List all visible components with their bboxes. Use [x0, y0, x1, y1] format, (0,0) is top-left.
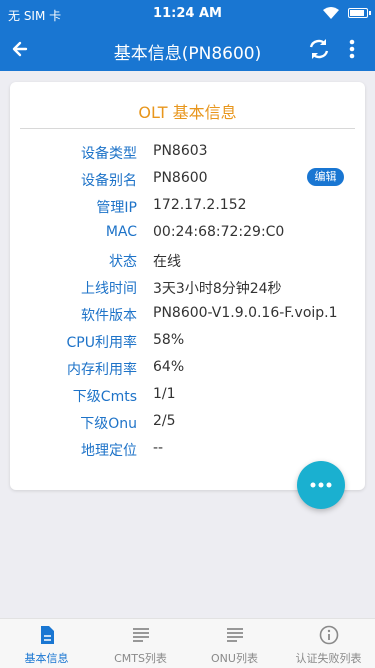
- row-software-version: 软件版本 PN8600-V1.9.0.16-F.voip.1: [10, 301, 365, 328]
- row-label: 软件版本: [81, 308, 137, 324]
- row-geolocation: 地理定位 --: [10, 436, 365, 463]
- info-icon: [319, 625, 339, 645]
- row-label: 下级Onu: [80, 416, 137, 432]
- row-sub-onu: 下级Onu 2/5: [10, 409, 365, 436]
- battery-icon: [348, 8, 371, 18]
- bottom-tab-bar: 基本信息 CMTS列表 ONU列表 认证失败列表: [0, 618, 375, 668]
- status-bar: 无 SIM 卡 11:24 AM: [0, 0, 375, 28]
- more-horiz-icon: [310, 482, 332, 488]
- more-actions-fab[interactable]: [297, 461, 345, 509]
- row-value: 64%: [153, 359, 185, 375]
- row-online-time: 上线时间 3天3小时8分钟24秒: [10, 274, 365, 301]
- status-time: 11:24 AM: [153, 6, 222, 21]
- row-label: 设备别名: [81, 173, 137, 189]
- row-label: 管理IP: [96, 200, 137, 216]
- row-value: PN8600: [153, 170, 208, 186]
- row-label: 上线时间: [81, 281, 137, 297]
- row-value: --: [153, 440, 164, 456]
- tab-cmts-list[interactable]: CMTS列表: [94, 619, 187, 668]
- row-value: 3天3小时8分钟24秒: [153, 281, 282, 297]
- row-sub-cmts: 下级Cmts 1/1: [10, 382, 365, 409]
- row-cpu-usage: CPU利用率 58%: [10, 328, 365, 355]
- row-label: 状态: [109, 254, 137, 270]
- tab-auth-failed-list[interactable]: 认证失败列表: [282, 619, 375, 668]
- more-vert-icon[interactable]: [342, 36, 362, 62]
- row-label: 设备类型: [81, 146, 137, 162]
- tab-label: CMTS列表: [114, 652, 167, 665]
- row-value: 在线: [153, 254, 181, 270]
- list-icon: [227, 628, 243, 642]
- card-title: OLT 基本信息: [138, 103, 237, 122]
- tab-label: 认证失败列表: [295, 652, 362, 665]
- row-label: CPU利用率: [66, 335, 137, 351]
- app-bar: 基本信息(PN8600): [0, 28, 375, 71]
- row-value: 1/1: [153, 386, 176, 402]
- tab-label: 基本信息: [24, 652, 69, 665]
- row-management-ip: 管理IP 172.17.2.152: [10, 193, 365, 220]
- row-mac: MAC 00:24:68:72:29:C0: [10, 220, 365, 247]
- tab-label: ONU列表: [211, 652, 258, 665]
- row-value: PN8603: [153, 143, 208, 159]
- edit-alias-button[interactable]: 编辑: [307, 168, 344, 186]
- list-icon: [133, 628, 149, 642]
- row-memory-usage: 内存利用率 64%: [10, 355, 365, 382]
- row-label: MAC: [105, 224, 137, 240]
- divider: [20, 128, 355, 129]
- tab-onu-list[interactable]: ONU列表: [188, 619, 281, 668]
- row-label: 地理定位: [81, 443, 137, 459]
- row-status: 状态 在线: [10, 247, 365, 274]
- row-value: 58%: [153, 332, 185, 348]
- row-value: 2/5: [153, 413, 176, 429]
- document-icon: [41, 626, 54, 644]
- olt-info-card: OLT 基本信息 设备类型 PN8603 设备别名 PN8600 编辑 管理IP…: [10, 82, 365, 490]
- row-label: 下级Cmts: [72, 389, 137, 405]
- row-value: PN8600-V1.9.0.16-F.voip.1: [153, 305, 338, 321]
- row-label: 内存利用率: [67, 362, 137, 378]
- refresh-icon[interactable]: [306, 36, 332, 62]
- tab-basic-info[interactable]: 基本信息: [0, 619, 93, 668]
- row-value: 172.17.2.152: [153, 197, 247, 213]
- row-value: 00:24:68:72:29:C0: [153, 224, 285, 240]
- row-device-type: 设备类型 PN8603: [10, 139, 365, 166]
- wifi-icon: [323, 7, 339, 19]
